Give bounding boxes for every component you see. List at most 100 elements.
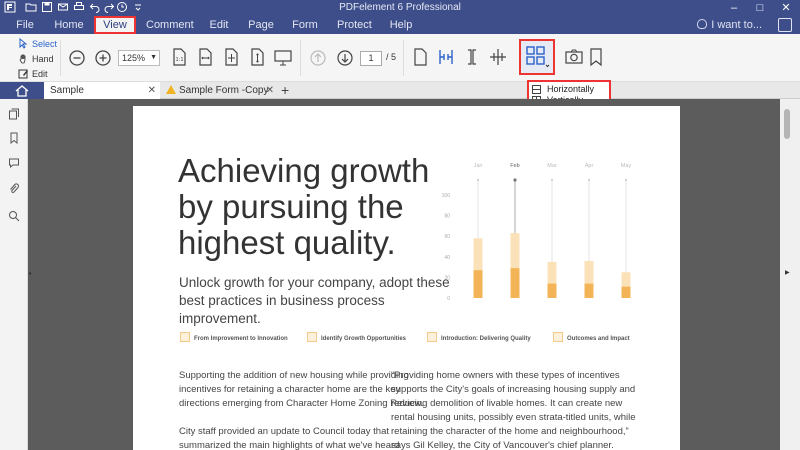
menu-protect[interactable]: Protect: [337, 16, 372, 34]
document-subheading: Unlock growth for your company, adopt th…: [179, 275, 450, 326]
bookmark-button[interactable]: [585, 46, 607, 68]
single-page-button[interactable]: [409, 46, 431, 68]
select-tool[interactable]: Select: [18, 37, 57, 51]
x-category-label: Jan: [474, 163, 483, 169]
two-page-button[interactable]: [435, 46, 457, 68]
hand-tool[interactable]: Hand: [18, 52, 54, 66]
y-tick-label: 100: [442, 193, 451, 199]
continuous-button[interactable]: [461, 46, 483, 68]
title-bar: PDFelement 6 Professional – □ ✕: [0, 0, 800, 16]
previous-page-button[interactable]: [307, 47, 329, 69]
single-page-icon: [414, 48, 427, 66]
menu-form[interactable]: Form: [290, 16, 320, 34]
cursor-icon: [19, 38, 28, 49]
feature-item: Identify Growth Opportunities: [307, 332, 406, 342]
feature-icon: [307, 332, 317, 342]
fit-page-button[interactable]: [220, 46, 242, 68]
new-tab-button[interactable]: +: [281, 82, 289, 99]
menu-bar: File Home View Comment Edit Page Form Pr…: [0, 16, 800, 34]
search-assistant-label: I want to...: [711, 19, 762, 31]
feature-item: From Improvement to Innovation: [180, 332, 288, 342]
bar-dark: [547, 283, 557, 298]
actual-size-button[interactable]: 1:1: [168, 46, 190, 68]
monitor-icon: [274, 50, 292, 66]
tab-bar: Sample Documen...nded✕ Sample Form -Copy…: [0, 82, 800, 113]
next-page-button[interactable]: [334, 47, 356, 69]
search-icon[interactable]: [8, 209, 20, 222]
tile-horizontal-icon: [532, 85, 541, 94]
zoom-out-icon: [69, 50, 85, 66]
zoom-in-button[interactable]: [92, 47, 114, 69]
zoom-level-select[interactable]: 125% ▼: [118, 50, 160, 66]
category-marker: [513, 178, 517, 182]
actual-size-icon: 1:1: [173, 48, 186, 66]
thumbnails-icon[interactable]: [8, 107, 20, 120]
select-tool-label: Select: [32, 39, 58, 49]
category-marker: [624, 178, 628, 182]
arrow-down-icon: [337, 50, 353, 66]
close-button[interactable]: ✕: [774, 0, 798, 16]
tab-label: Sample Form -Copy: [179, 85, 269, 96]
menu-home[interactable]: Home: [50, 16, 88, 34]
bar-dark: [473, 270, 483, 298]
zoom-out-button[interactable]: [66, 47, 88, 69]
page-total: / 5: [386, 52, 397, 62]
category-marker: [476, 178, 480, 182]
body-column-left: Supporting the addition of new housing w…: [179, 370, 424, 450]
edit-pencil-icon: [18, 69, 28, 79]
snapshot-button[interactable]: [563, 46, 585, 68]
fit-width-button[interactable]: [194, 46, 216, 68]
comments-panel-icon[interactable]: [8, 156, 20, 169]
menu-file[interactable]: File: [8, 16, 42, 34]
panel-expand-arrow-icon[interactable]: ▶: [785, 269, 790, 276]
ribbon-divider: [60, 40, 61, 76]
bar-chart: 100 80 60 40 20 0 Jan Feb Mar Apr May: [442, 163, 632, 302]
tab-sample-document[interactable]: Sample Documen...nded✕: [44, 82, 160, 113]
y-tick-label: 0: [447, 296, 450, 302]
tab-sample-form[interactable]: Sample Form -Copy ✕: [160, 82, 278, 99]
page-number-input[interactable]: 1: [360, 51, 382, 66]
body-column-right: “Providing home owners with these types …: [391, 370, 636, 450]
feature-item: Introduction: Delivering Quality: [427, 332, 531, 342]
feature-icon: [553, 332, 563, 342]
minimize-button[interactable]: –: [722, 0, 746, 16]
x-category-label: Apr: [585, 163, 594, 169]
bar-dark: [510, 268, 520, 298]
scrollbar-thumb[interactable]: [784, 109, 790, 139]
edit-tool[interactable]: Edit: [18, 67, 48, 81]
search-assistant[interactable]: I want to...: [697, 16, 762, 34]
menu-edit[interactable]: Edit: [204, 16, 234, 34]
menu-view[interactable]: View: [94, 16, 136, 34]
x-category-label: Mar: [547, 163, 557, 169]
full-screen-button[interactable]: [272, 46, 294, 68]
attachments-icon[interactable]: [8, 182, 20, 194]
feature-icon: [427, 332, 437, 342]
account-icon[interactable]: [778, 18, 792, 32]
edit-tool-label: Edit: [32, 69, 48, 79]
bookmarks-panel-icon[interactable]: [8, 131, 20, 145]
feature-label: Identify Growth Opportunities: [321, 336, 406, 342]
tile-horizontally-label: Horizontally: [547, 84, 595, 94]
close-icon[interactable]: ✕: [266, 82, 274, 99]
fit-page-icon: [225, 48, 238, 66]
tile-layout-button[interactable]: [519, 39, 555, 75]
fit-height-button[interactable]: [246, 46, 268, 68]
lightbulb-icon: [697, 19, 708, 29]
continuous-icon: [468, 49, 476, 65]
category-marker: [587, 178, 591, 182]
menu-help[interactable]: Help: [388, 16, 414, 34]
arrow-up-icon: [310, 50, 326, 66]
home-tab[interactable]: [0, 82, 44, 99]
split-view-button[interactable]: [487, 46, 509, 68]
tile-horizontally-option[interactable]: Horizontally: [529, 84, 609, 95]
x-category-label: Feb: [510, 163, 519, 169]
vertical-scrollbar[interactable]: ▶: [780, 99, 800, 450]
hand-icon: [19, 54, 26, 64]
menu-comment[interactable]: Comment: [146, 16, 194, 34]
close-icon[interactable]: ✕: [148, 82, 156, 99]
grid-tiles-icon: [526, 46, 550, 68]
warning-icon: [166, 85, 176, 94]
y-tick-label: 40: [444, 255, 450, 261]
maximize-button[interactable]: □: [748, 0, 772, 16]
menu-page[interactable]: Page: [246, 16, 276, 34]
